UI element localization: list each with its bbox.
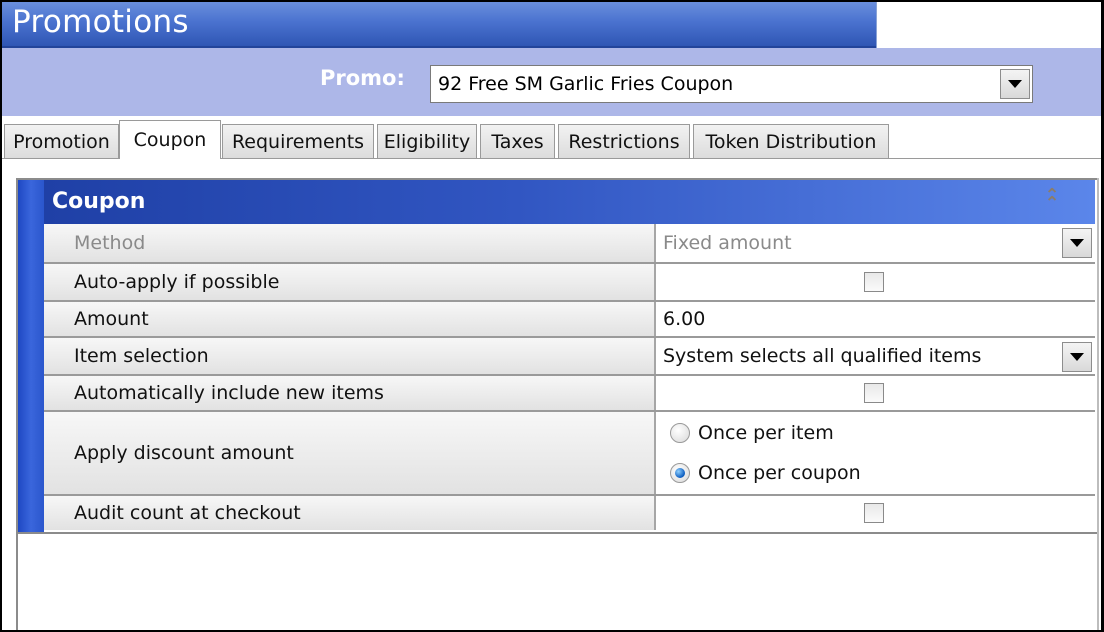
chevron-down-icon [1070,353,1084,361]
tab-token-distribution[interactable]: Token Distribution [693,124,889,158]
promo-dropdown-button[interactable] [1000,69,1030,99]
radio-label: Once per coupon [698,462,861,484]
field-row-apply-discount: Apply discount amount Once per item Once… [44,412,1095,496]
method-label: Method [44,224,656,262]
auto-apply-label: Auto-apply if possible [44,264,656,300]
tab-restrictions[interactable]: Restrictions [558,124,690,158]
tab-promotion[interactable]: Promotion [4,124,119,158]
tab-bar: Promotion Coupon Requirements Eligibilit… [2,116,1101,160]
apply-discount-options: Once per item Once per coupon [656,412,1095,494]
auto-include-checkbox[interactable] [863,383,884,403]
field-row-audit-count: Audit count at checkout [44,496,1095,530]
auto-include-cell [656,376,1095,410]
double-chevron-up-icon[interactable]: ⌃ ⌃ [1043,187,1061,213]
field-row-auto-apply: Auto-apply if possible [44,264,1095,302]
section-title: Coupon [52,189,146,214]
promo-selected-value: 92 Free SM Garlic Fries Coupon [438,73,734,95]
tab-eligibility[interactable]: Eligibility [377,124,477,158]
tab-requirements[interactable]: Requirements [222,124,374,158]
item-selection-label: Item selection [44,338,656,374]
radio-once-per-item[interactable]: Once per item [670,422,834,444]
audit-count-checkbox[interactable] [863,503,884,523]
audit-count-cell [656,496,1095,530]
item-selection-dropdown-button[interactable] [1062,342,1092,372]
coupon-section: Coupon ⌃ ⌃ Method Fixed amount Auto-apply… [18,178,1097,534]
auto-apply-cell [656,264,1095,300]
coupon-fields: Method Fixed amount Auto-apply if possib… [44,224,1095,530]
method-dropdown-button[interactable] [1062,228,1092,258]
method-value: Fixed amount [663,232,792,254]
method-select: Fixed amount [656,224,1095,262]
item-selection-select[interactable]: System selects all qualified items [656,338,1095,374]
field-row-amount: Amount 6.00 [44,302,1095,338]
item-selection-value: System selects all qualified items [663,345,982,367]
promo-bar: Promo: 92 Free SM Garlic Fries Coupon [2,48,1101,116]
radio-button-selected[interactable] [670,463,690,483]
section-header[interactable]: Coupon ⌃ ⌃ [44,180,1095,224]
title-bar: Promotions [2,2,876,48]
coupon-panel: Coupon ⌃ ⌃ Method Fixed amount Auto-apply… [16,178,1099,630]
auto-include-label: Automatically include new items [44,376,656,410]
window-title: Promotions [12,4,189,40]
amount-input[interactable]: 6.00 [656,302,1095,336]
auto-apply-checkbox[interactable] [863,272,884,292]
chevron-down-icon [1070,239,1084,247]
apply-discount-label: Apply discount amount [44,412,656,494]
amount-value: 6.00 [663,308,706,330]
radio-once-per-coupon[interactable]: Once per coupon [670,462,861,484]
chevron-down-icon [1008,80,1022,88]
radio-button[interactable] [670,423,690,443]
section-accent-bar [18,180,44,532]
promotions-window: Promotions Promo: 92 Free SM Garlic Frie… [2,2,1101,630]
promo-select[interactable]: 92 Free SM Garlic Fries Coupon [430,65,1033,103]
audit-count-label: Audit count at checkout [44,496,656,530]
tab-taxes[interactable]: Taxes [480,124,555,158]
title-search-field[interactable] [876,2,1101,48]
tab-coupon[interactable]: Coupon [119,120,221,159]
promo-label: Promo: [320,66,405,90]
amount-label: Amount [44,302,656,336]
field-row-method: Method Fixed amount [44,224,1095,264]
field-row-item-selection: Item selection System selects all qualif… [44,338,1095,376]
field-row-auto-include: Automatically include new items [44,376,1095,412]
radio-label: Once per item [698,422,834,444]
